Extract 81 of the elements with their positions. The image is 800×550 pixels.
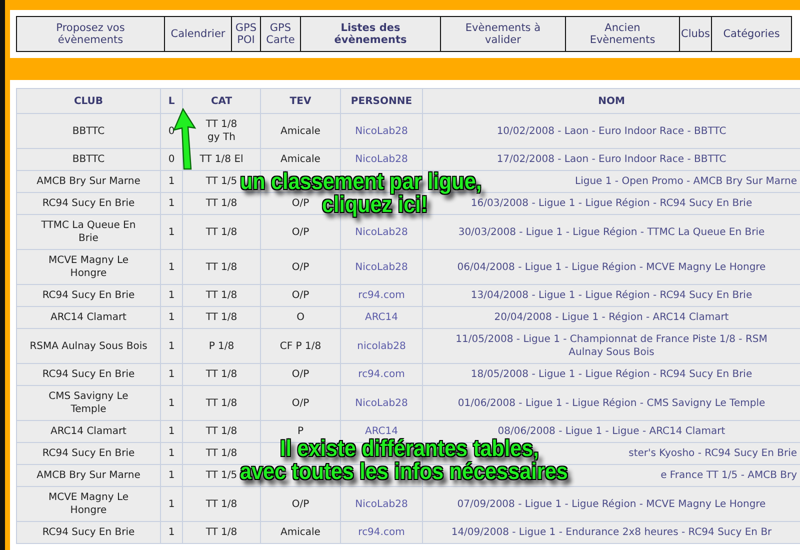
table-cell: 1 bbox=[168, 396, 175, 410]
table-cell: TT 1/8 bbox=[206, 425, 238, 438]
table-cell: AMCB Bry Sur Marne bbox=[36, 469, 140, 482]
table-cell: 1 bbox=[168, 289, 175, 302]
column-header[interactable]: NOM bbox=[422, 88, 800, 114]
table-cell: P 1/8 bbox=[208, 340, 234, 352]
column-header[interactable]: L bbox=[160, 88, 182, 114]
nav-tab[interactable]: GPS Carte bbox=[261, 16, 301, 52]
table-cell: CMS Savigny Le Temple bbox=[48, 390, 128, 416]
annotation-text: Il existe différantes tables, bbox=[280, 437, 539, 459]
table-cell: O/P bbox=[292, 396, 310, 410]
nav-tab[interactable]: Listes des évènements bbox=[301, 16, 441, 52]
table-cell: TT 1/8 gy Th bbox=[206, 118, 238, 144]
arrow-icon bbox=[171, 108, 197, 170]
annotation-text: avec toutes les infos nécessaires bbox=[240, 460, 568, 482]
column-header[interactable]: TEV bbox=[260, 88, 340, 114]
column-header[interactable]: CAT bbox=[182, 88, 260, 114]
nav-tab[interactable]: Catégories bbox=[712, 16, 792, 52]
column-header[interactable]: PERSONNE bbox=[340, 88, 422, 114]
table-cell: TT 1/8 bbox=[206, 526, 238, 539]
table-cell: O/P bbox=[292, 260, 310, 274]
table-cell: RC94 Sucy En Brie bbox=[42, 526, 135, 539]
table-cell: Amicale bbox=[280, 124, 320, 138]
annotation-text: un classement par ligue, bbox=[240, 170, 482, 192]
table-cell: TT 1/8 bbox=[206, 447, 238, 460]
table-cell: O/P bbox=[292, 197, 310, 210]
nav-tab[interactable]: Clubs bbox=[680, 16, 712, 52]
table-cell: O bbox=[296, 311, 304, 324]
table-cell: RC94 Sucy En Brie bbox=[42, 447, 135, 460]
nav-tab[interactable]: Calendrier bbox=[165, 16, 232, 52]
table-cell: TT 1/8 bbox=[206, 226, 238, 238]
table-cell: TT 1/5 bbox=[206, 469, 238, 482]
nav-tab[interactable]: Proposez vos évènements bbox=[16, 16, 165, 52]
table-cell: RC94 Sucy En Brie bbox=[42, 289, 135, 302]
table-cell: TT 1/8 bbox=[206, 498, 238, 510]
table-cell: O/P bbox=[292, 368, 310, 381]
table-cell: MCVE Magny Le Hongre bbox=[48, 254, 129, 280]
nav-tab[interactable]: Ancien Evènements bbox=[566, 16, 680, 52]
table-cell: P bbox=[297, 425, 304, 438]
table-cell: 1 bbox=[168, 340, 175, 352]
table-cell: TT 1/8 bbox=[206, 368, 238, 381]
table-cell: RC94 Sucy En Brie bbox=[42, 197, 135, 210]
nav-tab[interactable]: GPS POI bbox=[232, 16, 261, 52]
table-cell: TT 1/8 bbox=[206, 260, 238, 274]
table-cell: O/P bbox=[292, 498, 310, 510]
table-cell: AMCB Bry Sur Marne bbox=[36, 175, 140, 188]
table-cell: TT 1/8 bbox=[206, 311, 238, 324]
table-cell: BBTTC bbox=[72, 124, 105, 138]
table-cell: 1 bbox=[168, 175, 175, 188]
table-cell: O/P bbox=[292, 289, 310, 302]
table-cell: 0 bbox=[168, 153, 175, 166]
annotation-text: cliquez ici! bbox=[322, 193, 428, 215]
table-cell: 1 bbox=[168, 469, 175, 482]
table-cell: 1 bbox=[168, 425, 175, 438]
table-cell: 1 bbox=[168, 226, 175, 238]
column-header[interactable]: CLUB bbox=[16, 88, 160, 114]
table-cell: 1 bbox=[168, 197, 175, 210]
table-cell: 1 bbox=[168, 526, 175, 539]
table-cell: TT 1/5 bbox=[206, 175, 238, 188]
table-cell: TT 1/8 bbox=[206, 396, 238, 410]
table-cell: 0 bbox=[168, 124, 175, 138]
table-cell: MCVE Magny Le Hongre bbox=[48, 491, 129, 517]
table-cell: TT 1/8 bbox=[206, 197, 238, 210]
table-cell: 1 bbox=[168, 260, 175, 274]
table-cell: 1 bbox=[168, 368, 175, 381]
table-cell: 1 bbox=[168, 498, 175, 510]
table-cell: TT 1/8 El bbox=[200, 153, 244, 166]
table-cell: RSMA Aulnay Sous Bois bbox=[30, 340, 148, 352]
table-cell: BBTTC bbox=[72, 153, 105, 166]
table-cell: CF P 1/8 bbox=[280, 340, 322, 352]
table-cell: TTMC La Queue En Brie bbox=[41, 219, 136, 245]
table-cell: 1 bbox=[168, 447, 175, 460]
table-cell: RC94 Sucy En Brie bbox=[42, 368, 135, 381]
table-cell: Amicale bbox=[280, 526, 320, 539]
table-cell: TT 1/8 bbox=[206, 289, 238, 302]
table-cell: Amicale bbox=[280, 153, 320, 166]
table-cell: ARC14 Clamart bbox=[50, 311, 126, 324]
nav-tab[interactable]: Evènements à valider bbox=[441, 16, 566, 52]
table-cell: ARC14 Clamart bbox=[50, 425, 126, 438]
table-cell: O/P bbox=[292, 226, 310, 238]
table-cell: 1 bbox=[168, 311, 175, 324]
